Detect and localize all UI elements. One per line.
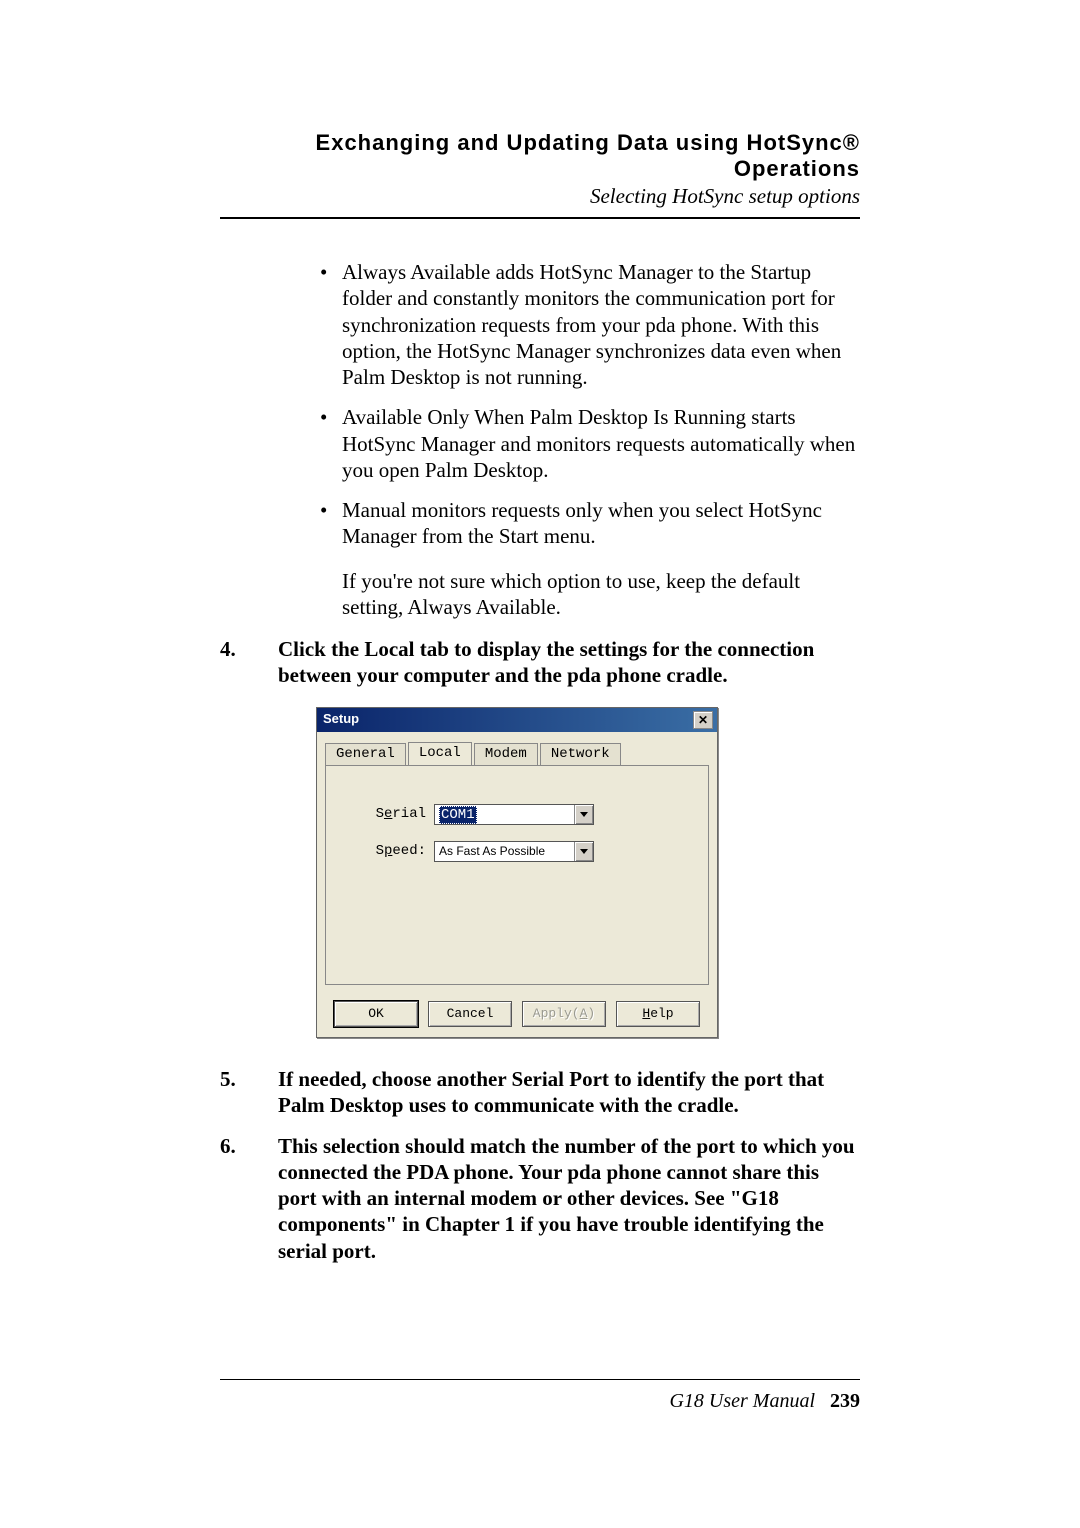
step-4-number: 4. bbox=[220, 636, 278, 689]
speed-value: As Fast As Possible bbox=[435, 842, 574, 861]
option-bullets: Always Available adds HotSync Manager to… bbox=[220, 259, 860, 550]
default-setting-note: If you're not sure which option to use, … bbox=[342, 568, 860, 621]
header-rule bbox=[220, 217, 860, 219]
footer-rule bbox=[220, 1379, 860, 1380]
serial-label: Serial bbox=[346, 806, 434, 824]
step-5: 5. If needed, choose another Serial Port… bbox=[220, 1066, 860, 1119]
dialog-button-row: OK Cancel Apply(A) Help bbox=[317, 993, 717, 1037]
step-5-number: 5. bbox=[220, 1066, 278, 1119]
serial-port-value: COM1 bbox=[435, 805, 574, 824]
tab-general[interactable]: General bbox=[325, 743, 406, 767]
bullet-always-available: Always Available adds HotSync Manager to… bbox=[320, 259, 860, 390]
speed-combo[interactable]: As Fast As Possible bbox=[434, 841, 594, 862]
cancel-button[interactable]: Cancel bbox=[428, 1001, 512, 1027]
tab-row: General Local Modem Network bbox=[325, 742, 709, 766]
tab-local[interactable]: Local bbox=[408, 742, 472, 766]
section-subheading: Selecting HotSync setup options bbox=[220, 184, 860, 209]
close-icon: ✕ bbox=[698, 714, 708, 726]
tab-network[interactable]: Network bbox=[540, 743, 621, 767]
page-number: 239 bbox=[830, 1390, 860, 1412]
bullet-manual: Manual monitors requests only when you s… bbox=[320, 497, 860, 550]
apply-button: Apply(A) bbox=[522, 1001, 606, 1027]
speed-label: Speed: bbox=[346, 843, 434, 861]
chevron-down-icon[interactable] bbox=[574, 805, 593, 824]
close-button[interactable]: ✕ bbox=[693, 711, 713, 729]
step-6-number: 6. bbox=[220, 1133, 278, 1264]
manual-title: G18 User Manual bbox=[669, 1390, 815, 1412]
ok-button[interactable]: OK bbox=[334, 1001, 418, 1027]
tab-modem[interactable]: Modem bbox=[474, 743, 538, 767]
chevron-down-icon[interactable] bbox=[574, 842, 593, 861]
setup-dialog: Setup ✕ General Local Modem Network bbox=[316, 707, 718, 1039]
bullet-available-only: Available Only When Palm Desktop Is Runn… bbox=[320, 404, 860, 483]
step-6-text: This selection should match the number o… bbox=[278, 1133, 860, 1264]
tab-panel-local: Serial COM1 bbox=[325, 765, 709, 985]
serial-port-combo[interactable]: COM1 bbox=[434, 804, 594, 825]
footer-text: G18 User Manual 239 bbox=[220, 1390, 860, 1413]
step-5-text: If needed, choose another Serial Port to… bbox=[278, 1066, 860, 1119]
chapter-heading: Exchanging and Updating Data using HotSy… bbox=[220, 130, 860, 182]
step-4: 4. Click the Local tab to display the se… bbox=[220, 636, 860, 689]
dialog-titlebar[interactable]: Setup ✕ bbox=[317, 708, 717, 732]
step-4-text: Click the Local tab to display the setti… bbox=[278, 636, 860, 689]
help-button[interactable]: Help bbox=[616, 1001, 700, 1027]
dialog-title: Setup bbox=[323, 711, 359, 727]
step-6: 6. This selection should match the numbe… bbox=[220, 1133, 860, 1264]
